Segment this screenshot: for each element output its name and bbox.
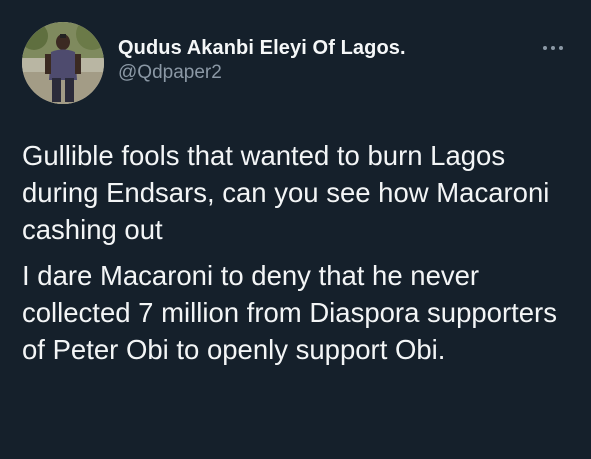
display-name[interactable]: Qudus Akanbi Eleyi Of Lagos. [118, 36, 406, 60]
avatar[interactable] [22, 22, 104, 104]
tweet-card: Qudus Akanbi Eleyi Of Lagos. @Qdpaper2 G… [0, 0, 591, 459]
more-options-icon[interactable] [539, 38, 569, 58]
tweet-paragraph-1: Gullible fools that wanted to burn Lagos… [22, 140, 550, 245]
author-block[interactable]: Qudus Akanbi Eleyi Of Lagos. @Qdpaper2 [118, 36, 406, 85]
tweet-paragraph-2: I dare Macaroni to deny that he never co… [22, 260, 557, 365]
user-handle[interactable]: @Qdpaper2 [118, 61, 406, 85]
profile-photo-icon [22, 22, 104, 104]
tweet-text: Gullible fools that wanted to burn Lagos… [22, 137, 572, 368]
